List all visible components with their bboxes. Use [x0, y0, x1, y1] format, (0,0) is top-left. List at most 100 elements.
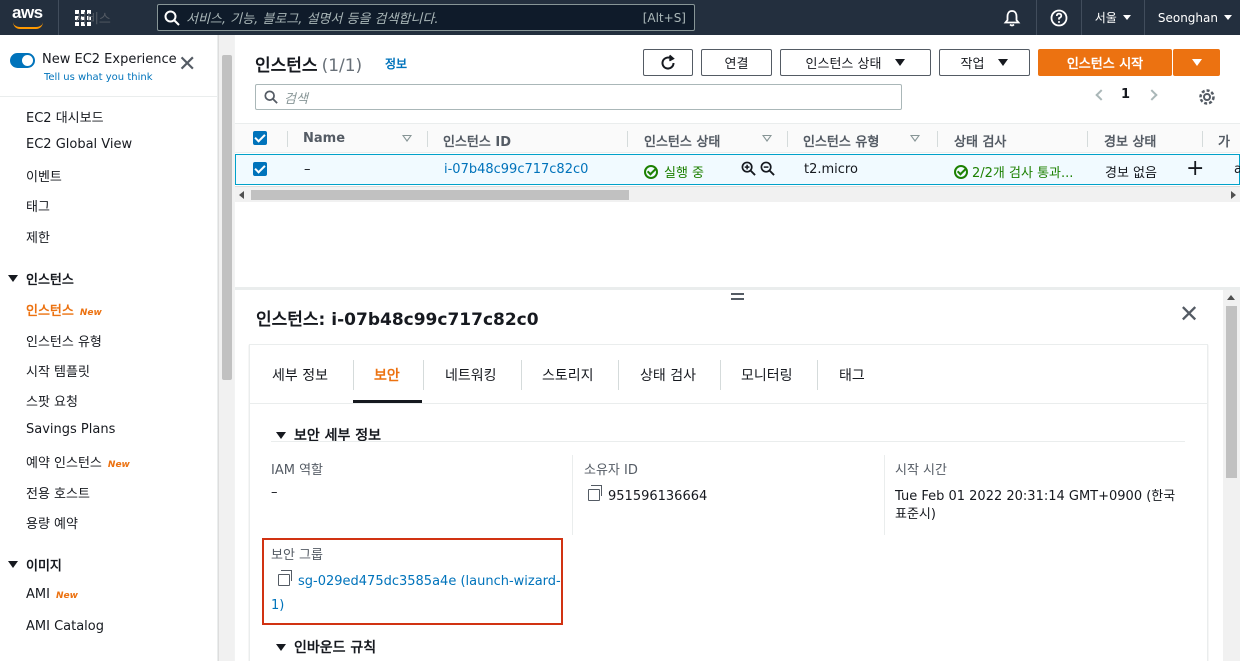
- column-divider: [884, 455, 885, 535]
- close-icon[interactable]: ✕: [1179, 302, 1199, 326]
- instance-state-button[interactable]: 인스턴스 상태: [780, 49, 931, 76]
- column-header-extra[interactable]: 가: [1218, 131, 1230, 150]
- column-divider: [627, 131, 628, 147]
- column-header-instance-id[interactable]: 인스턴스 ID: [443, 131, 511, 150]
- sidebar-item-label: AMI: [26, 587, 50, 602]
- zoom-icons[interactable]: [741, 161, 775, 180]
- new-badge: New: [79, 308, 102, 318]
- tab-security[interactable]: 보안: [374, 365, 400, 385]
- select-all-checkbox[interactable]: [253, 131, 267, 145]
- details-scrollbar[interactable]: [1223, 290, 1240, 661]
- new-experience-toggle[interactable]: [10, 53, 35, 68]
- tab-details[interactable]: 세부 정보: [272, 365, 328, 385]
- sidebar-item-dedicated-hosts[interactable]: 전용 호스트: [26, 483, 90, 502]
- cell-alarm-status: 경보 없음: [1105, 166, 1157, 181]
- resize-handle-icon[interactable]: [731, 293, 744, 300]
- details-title: 인스턴스: i-07b48c99c717c82c0: [256, 310, 539, 330]
- tab-tags[interactable]: 태그: [839, 365, 865, 385]
- sidebar-item-limits[interactable]: 제한: [26, 227, 50, 246]
- scrollbar-thumb[interactable]: [251, 190, 629, 200]
- scroll-left-icon[interactable]: [239, 191, 244, 199]
- page-number[interactable]: 1: [1121, 87, 1130, 102]
- close-icon[interactable]: ✕: [178, 54, 196, 76]
- help-button[interactable]: [1035, 0, 1081, 35]
- sidebar-item-spot-requests[interactable]: 스팟 요청: [26, 391, 78, 410]
- security-details-header[interactable]: 보안 세부 정보: [276, 425, 381, 445]
- global-search-input[interactable]: 서비스, 기능, 블로그, 설명서 등을 검색합니다. [Alt+S]: [157, 4, 695, 31]
- sidebar-section-images[interactable]: 이미지: [8, 555, 62, 574]
- owner-id-label: 소유자 ID: [584, 463, 638, 478]
- column-header-status-checks[interactable]: 상태 검사: [954, 131, 1006, 150]
- section-divider: [271, 441, 1185, 442]
- row-checkbox[interactable]: [253, 162, 267, 176]
- launch-dropdown-button[interactable]: [1173, 49, 1220, 76]
- highlight-box: [262, 538, 563, 625]
- column-header-name[interactable]: Name: [303, 131, 345, 146]
- tab-divider: [817, 360, 818, 390]
- tab-divider: [521, 360, 522, 390]
- copy-icon[interactable]: [588, 485, 602, 501]
- add-alarm-icon[interactable]: +: [1186, 156, 1204, 181]
- chevron-right-icon[interactable]: [1146, 88, 1158, 101]
- scroll-right-icon[interactable]: [1231, 191, 1236, 199]
- inbound-rules-header[interactable]: 인바운드 규칙: [276, 637, 376, 657]
- cell-instance-id[interactable]: i-07b48c99c717c82c0: [444, 162, 588, 177]
- new-badge: New: [107, 460, 130, 470]
- cell-status-checks[interactable]: 2/2개 검사 통과...: [954, 162, 1073, 181]
- tab-storage[interactable]: 스토리지: [542, 365, 594, 385]
- tab-monitoring[interactable]: 모니터링: [741, 365, 793, 385]
- launch-instance-button[interactable]: 인스턴스 시작: [1038, 49, 1172, 76]
- sidebar-item-global-view[interactable]: EC2 Global View: [26, 137, 132, 152]
- gear-icon[interactable]: [1198, 88, 1216, 110]
- actions-button[interactable]: 작업: [939, 49, 1030, 76]
- search-placeholder: 검색: [284, 91, 308, 107]
- chevron-left-icon[interactable]: [1095, 88, 1107, 101]
- table-header: Name 인스턴스 ID 인스턴스 상태 인스턴스 유형 상태 검사 경보 상태…: [235, 123, 1240, 153]
- sidebar-item-ami[interactable]: AMI New: [26, 587, 78, 602]
- sidebar-item-instance-types[interactable]: 인스턴스 유형: [26, 331, 102, 350]
- scrollbar-thumb[interactable]: [222, 55, 232, 380]
- sidebar-item-savings-plans[interactable]: Savings Plans: [26, 422, 115, 437]
- zoom-out-icon[interactable]: [760, 161, 775, 176]
- sidebar-item-ami-catalog[interactable]: AMI Catalog: [26, 619, 104, 634]
- cell-instance-state: 실행 중: [644, 162, 704, 181]
- zoom-in-icon[interactable]: [741, 161, 756, 176]
- notifications-button[interactable]: [988, 0, 1036, 35]
- sidebar-item-events[interactable]: 이벤트: [26, 166, 62, 185]
- table-row[interactable]: – i-07b48c99c717c82c0 실행 중 t2.micro 2/2개…: [235, 154, 1240, 185]
- column-header-instance-type[interactable]: 인스턴스 유형: [803, 131, 879, 150]
- refresh-button[interactable]: [643, 49, 693, 76]
- region-selector[interactable]: 서울: [1080, 0, 1144, 35]
- sidebar-scrollbar[interactable]: [218, 35, 234, 661]
- new-experience-title: New EC2 Experience: [42, 52, 177, 67]
- chevron-down-icon: [1224, 15, 1232, 20]
- sort-icon[interactable]: [762, 135, 772, 142]
- sidebar-item-launch-templates[interactable]: 시작 템플릿: [26, 361, 90, 380]
- instance-search-input[interactable]: 검색: [255, 84, 902, 110]
- info-link[interactable]: 정보: [385, 55, 407, 72]
- help-icon: [1050, 9, 1068, 26]
- scroll-up-icon[interactable]: [1227, 295, 1235, 300]
- new-experience-banner: New EC2 Experience Tell us what you thin…: [0, 35, 217, 97]
- sidebar-item-capacity-reservations[interactable]: 용량 예약: [26, 513, 78, 532]
- user-menu[interactable]: Seonghan: [1143, 0, 1240, 35]
- tab-status-checks[interactable]: 상태 검사: [640, 365, 696, 385]
- feedback-link[interactable]: Tell us what you think: [44, 72, 153, 83]
- connect-button[interactable]: 연결: [701, 49, 772, 76]
- sort-icon[interactable]: [910, 135, 920, 142]
- aws-logo-text: aws: [12, 3, 43, 22]
- scrollbar-thumb[interactable]: [1226, 306, 1237, 478]
- sidebar-item-tags[interactable]: 태그: [26, 196, 50, 215]
- table-horizontal-scrollbar[interactable]: [235, 186, 1240, 202]
- sidebar-item-ec2-dashboard[interactable]: EC2 대시보드: [26, 107, 104, 126]
- sidebar-item-reserved-instances[interactable]: 예약 인스턴스 New: [26, 452, 130, 471]
- column-header-instance-state[interactable]: 인스턴스 상태: [644, 131, 720, 150]
- success-check-icon: [954, 165, 968, 179]
- column-header-alarm-status[interactable]: 경보 상태: [1104, 131, 1156, 150]
- services-menu[interactable]: 서비스: [59, 0, 111, 35]
- sort-icon[interactable]: [402, 135, 412, 142]
- tab-networking[interactable]: 네트워킹: [445, 365, 497, 385]
- sidebar-section-instances[interactable]: 인스턴스: [8, 269, 74, 288]
- sidebar-item-instances[interactable]: 인스턴스 New: [26, 300, 102, 319]
- aws-logo[interactable]: aws: [0, 0, 58, 35]
